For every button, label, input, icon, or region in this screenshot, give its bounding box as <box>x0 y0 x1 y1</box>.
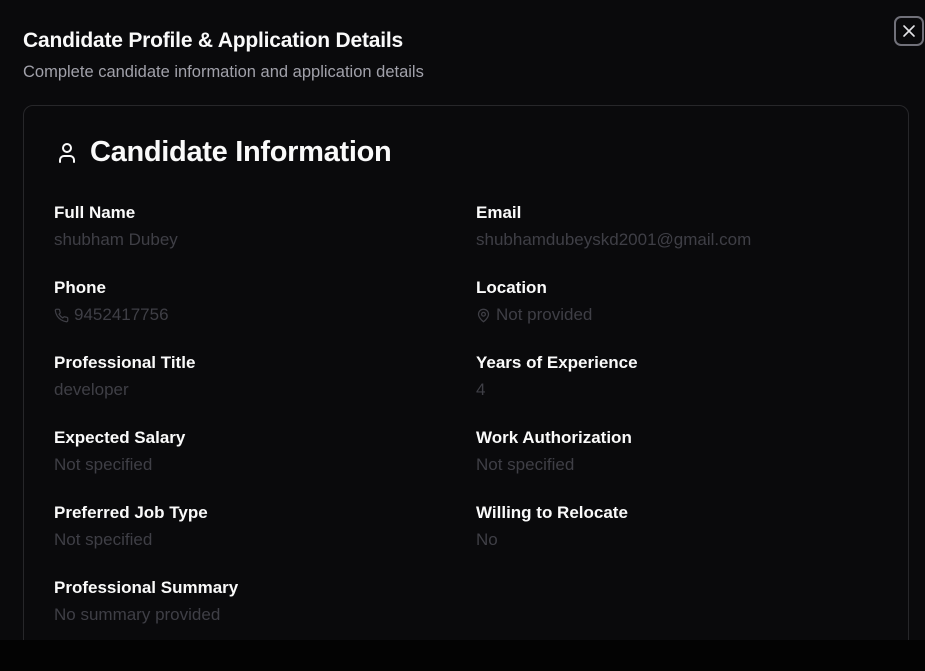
location-value: Not provided <box>496 305 593 324</box>
card-header: Candidate Information <box>55 136 392 169</box>
field-location: Location Not provided <box>476 277 876 326</box>
field-label: Preferred Job Type <box>54 503 208 522</box>
field-value-row: 9452417756 <box>54 304 454 326</box>
field-label: Location <box>476 278 547 297</box>
field-email: Email shubhamdubeyskd2001@gmail.com <box>476 202 876 251</box>
field-professional-title: Professional Title developer <box>54 352 454 401</box>
field-label: Years of Experience <box>476 353 638 372</box>
field-full-name: Full Name shubham Dubey <box>54 202 454 251</box>
field-label: Email <box>476 203 522 222</box>
dialog-title: Candidate Profile & Application Details <box>23 29 403 52</box>
candidate-profile-dialog: Candidate Profile & Application Details … <box>0 0 925 640</box>
close-button[interactable] <box>894 16 924 46</box>
field-label: Professional Summary <box>54 578 239 597</box>
field-work-authorization: Work Authorization Not specified <box>476 427 876 476</box>
field-value: shubhamdubeyskd2001@gmail.com <box>476 230 752 249</box>
field-label: Expected Salary <box>54 428 186 447</box>
field-expected-salary: Expected Salary Not specified <box>54 427 454 476</box>
field-value: developer <box>54 380 129 399</box>
field-value: Not specified <box>54 455 153 474</box>
field-label: Willing to Relocate <box>476 503 628 522</box>
bottom-overlay <box>0 640 925 671</box>
user-icon <box>59 142 75 163</box>
map-pin-icon <box>477 308 490 322</box>
phone-icon <box>54 308 69 322</box>
phone-value: 9452417756 <box>74 305 169 324</box>
field-label: Work Authorization <box>476 428 632 447</box>
field-value: No summary provided <box>54 605 221 624</box>
field-value: Not specified <box>476 455 575 474</box>
field-value: Not specified <box>54 530 153 549</box>
field-value: shubham Dubey <box>54 230 178 249</box>
field-value-row: Not provided <box>476 304 876 326</box>
candidate-information-card: Candidate Information Full Name shubham … <box>23 105 909 640</box>
field-years-of-experience: Years of Experience 4 <box>476 352 876 401</box>
field-value: No <box>476 530 498 549</box>
field-preferred-job-type: Preferred Job Type Not specified <box>54 502 454 551</box>
field-label: Professional Title <box>54 353 196 372</box>
card-title: Candidate Information <box>90 136 392 168</box>
field-value: 4 <box>476 380 486 399</box>
close-icon <box>903 25 915 37</box>
field-professional-summary: Professional Summary No summary provided <box>54 577 454 626</box>
field-label: Full Name <box>54 203 136 222</box>
field-willing-to-relocate: Willing to Relocate No <box>476 502 876 551</box>
field-label: Phone <box>54 278 106 297</box>
dialog-subtitle: Complete candidate information and appli… <box>23 63 424 81</box>
field-phone: Phone 9452417756 <box>54 277 454 326</box>
